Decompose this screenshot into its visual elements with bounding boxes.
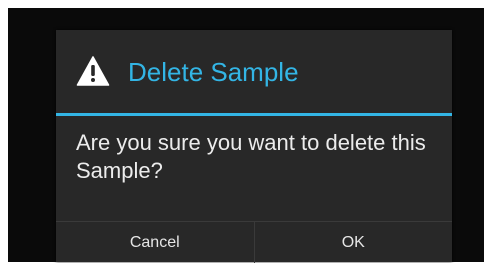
dialog-header: Delete Sample: [56, 30, 452, 114]
title-divider: [56, 113, 452, 116]
dialog-button-bar: Cancel OK: [56, 221, 452, 263]
dialog-title: Delete Sample: [128, 57, 299, 87]
warning-triangle-icon: [76, 55, 110, 87]
cancel-button[interactable]: Cancel: [56, 222, 254, 263]
ok-button[interactable]: OK: [255, 222, 453, 263]
delete-confirmation-dialog: Delete Sample Are you sure you want to d…: [56, 30, 452, 263]
screen-background: Delete Sample Are you sure you want to d…: [8, 8, 484, 263]
dialog-message: Are you sure you want to delete this Sam…: [76, 130, 426, 183]
